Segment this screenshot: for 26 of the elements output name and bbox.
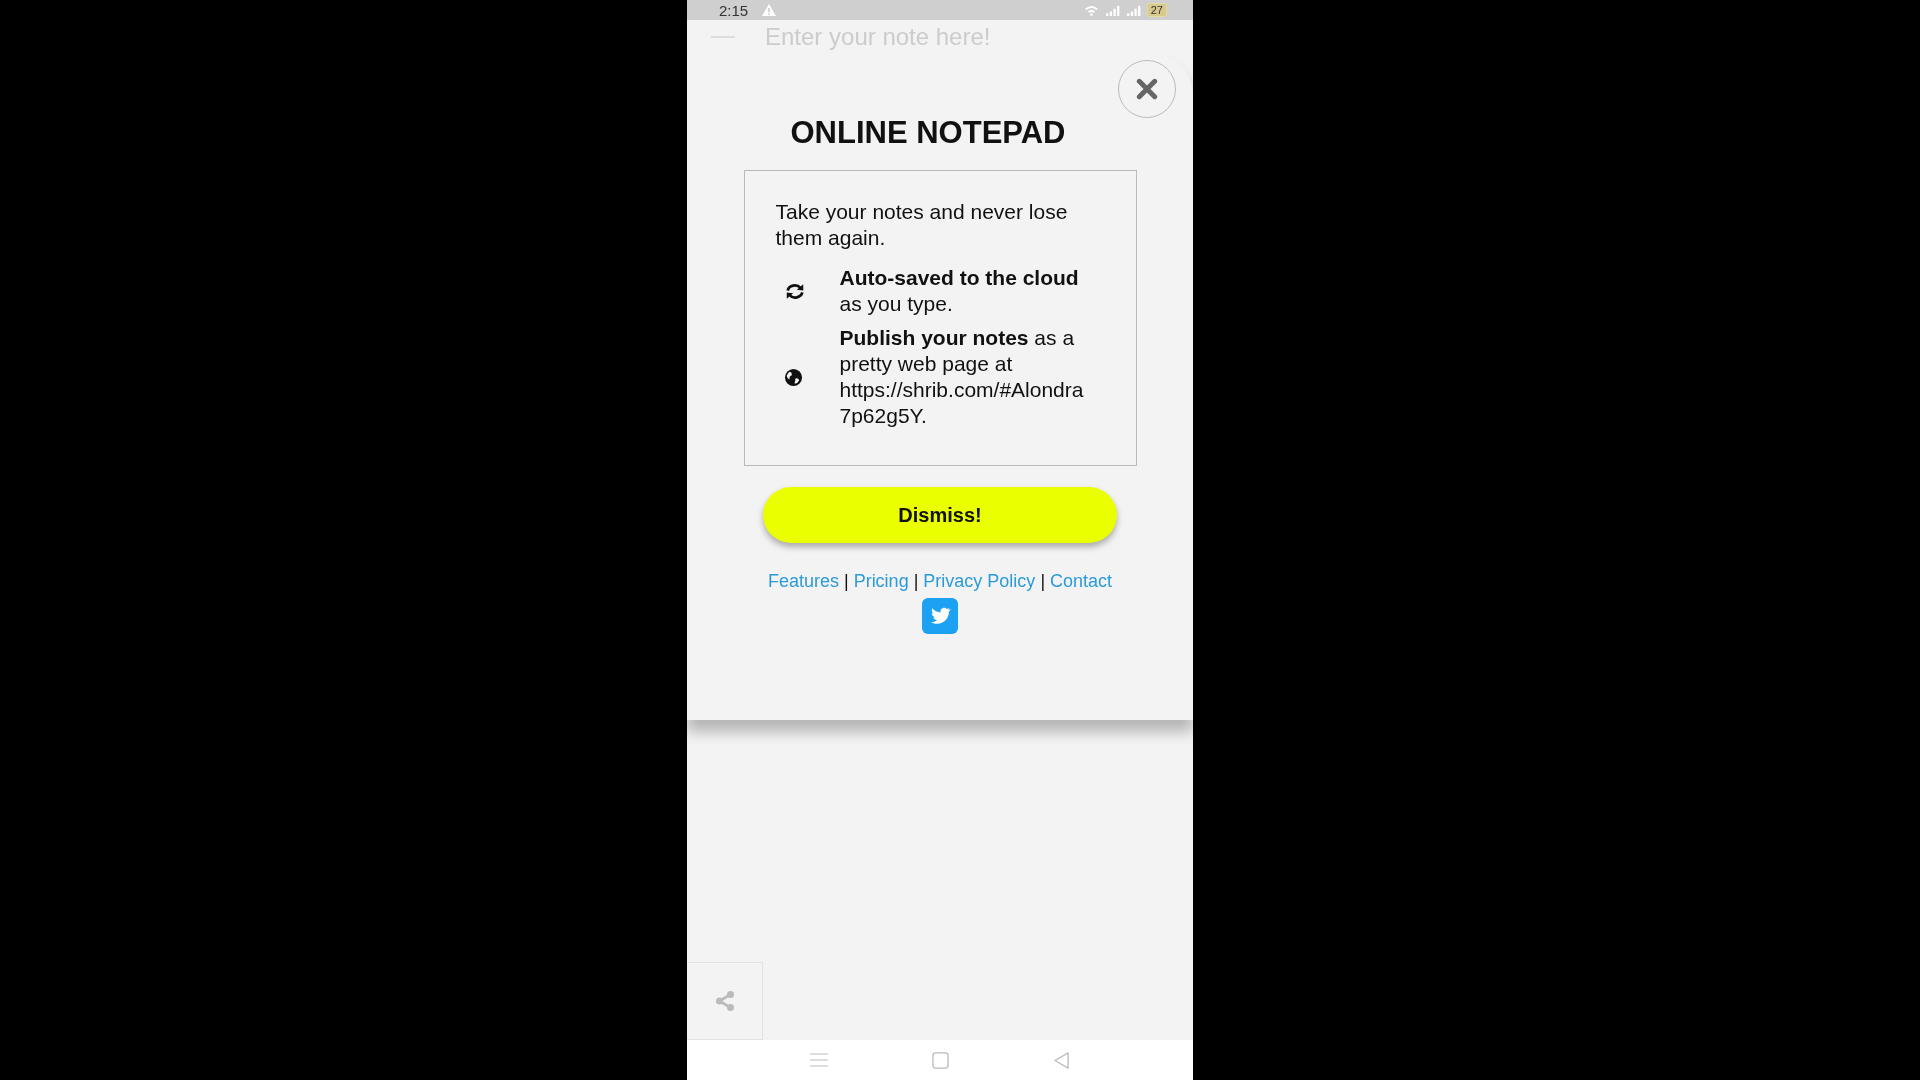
battery-level: 27 (1146, 3, 1167, 17)
globe-icon (783, 367, 803, 387)
share-button[interactable] (687, 962, 763, 1040)
intro-text: Take your notes and never lose them again. (775, 199, 1069, 251)
bird-icon[interactable] (922, 598, 958, 634)
wifi-icon (1083, 4, 1099, 16)
signal-icon (1125, 4, 1141, 16)
menu-icon[interactable] (810, 1053, 828, 1067)
link-separator: | (1040, 571, 1046, 592)
dismiss-button[interactable]: Dismiss! (763, 487, 1117, 543)
footer-link[interactable]: Privacy Policy (923, 571, 1036, 592)
link-separator: | (913, 571, 919, 592)
back-icon[interactable] (1053, 1051, 1070, 1069)
signal-icon (1104, 4, 1120, 16)
feature-text: Auto-saved to the cloud as you type. (839, 265, 1080, 317)
close-icon (1136, 78, 1158, 100)
footer-link[interactable]: Pricing (853, 571, 909, 592)
dialog-title: ONLINE NOTEPAD (790, 114, 1066, 152)
footer-link[interactable]: Contact (1050, 571, 1113, 592)
link-separator: | (843, 571, 849, 592)
warning-icon (762, 4, 777, 16)
status-time: 2:15 (719, 1, 749, 19)
share-icon (713, 990, 736, 1012)
feature-text: Publish your notes as a pretty web page at https://shrib.com/#Alondra7p62g5Y. (839, 325, 1085, 429)
footer-link[interactable]: Features (767, 571, 839, 592)
home-square-icon[interactable] (932, 1051, 949, 1069)
